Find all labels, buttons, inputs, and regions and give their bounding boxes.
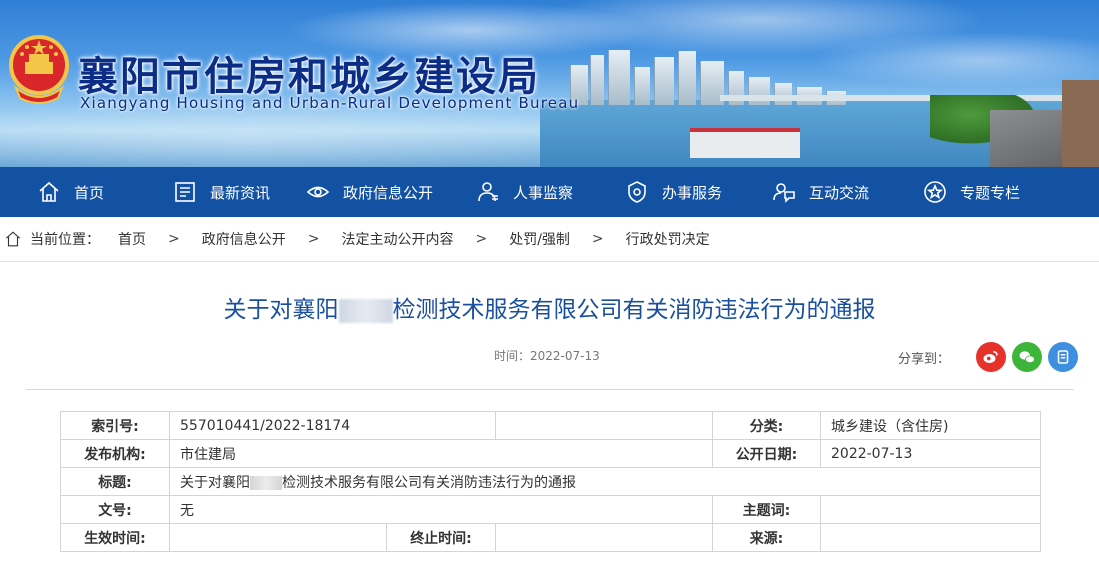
wechat-share-button[interactable] — [1012, 342, 1043, 372]
source-label: 来源: — [712, 523, 821, 552]
main-nav: 首页 最新资讯 政府信息公开 人事监察 办事服务 互动交流 专题专栏 — [0, 167, 1099, 217]
effective-label: 生效时间: — [60, 523, 170, 552]
table-row: 标题: 关于对襄阳 检测技术服务有限公司有关消防违法行为的通报 — [60, 467, 1041, 496]
chat-icon — [771, 179, 797, 205]
index-no-label: 索引号: — [60, 411, 170, 440]
share-bar: 分享到： — [898, 342, 1079, 372]
public-date-value: 2022-07-13 — [820, 439, 1041, 468]
nav-label: 政府信息公开 — [343, 183, 434, 202]
breadcrumb-separator: > — [591, 231, 604, 247]
nav-item-gov-info[interactable]: 政府信息公开 — [305, 167, 475, 217]
qzone-share-button[interactable] — [1048, 342, 1079, 372]
table-row: 发布机构: 市住建局 公开日期: 2022-07-13 — [60, 439, 1041, 468]
subject-label: 主题词: — [712, 495, 821, 524]
category-value: 城乡建设（含住房) — [820, 411, 1041, 440]
title-value-part2: 检测技术服务有限公司有关消防违法行为的通报 — [282, 474, 576, 491]
nav-item-home[interactable]: 首页 — [36, 167, 172, 217]
service-icon — [624, 179, 650, 205]
news-icon — [172, 179, 198, 205]
eye-icon — [305, 179, 331, 205]
nav-item-personnel[interactable]: 人事监察 — [475, 167, 624, 217]
table-row: 索引号: 557010441/2022-18174 分类: 城乡建设（含住房) — [60, 411, 1041, 440]
breadcrumb-prefix: 当前位置： — [30, 232, 100, 248]
nav-item-services[interactable]: 办事服务 — [624, 167, 771, 217]
wechat-icon — [1019, 351, 1035, 363]
nav-label: 办事服务 — [662, 183, 723, 202]
boat — [690, 128, 800, 158]
redacted-text — [338, 298, 393, 323]
home-icon — [36, 179, 62, 205]
nav-label: 专题专栏 — [960, 183, 1021, 202]
public-date-label: 公开日期: — [712, 439, 821, 468]
national-emblem-icon — [9, 35, 69, 104]
breadcrumb-separator: > — [307, 231, 320, 247]
breadcrumb-link-statutory[interactable]: 法定主动公开内容 — [341, 229, 453, 249]
weibo-share-button[interactable] — [976, 342, 1007, 372]
time-value: 2022-07-13 — [530, 349, 600, 363]
empty-cell — [495, 411, 713, 440]
header-banner: 襄阳市住房和城乡建设局 Xiangyang Housing and Urban-… — [0, 0, 1099, 167]
nav-label: 人事监察 — [513, 183, 574, 202]
nav-label: 最新资讯 — [210, 183, 271, 202]
breadcrumb: 当前位置： 首页 > 政府信息公开 > 法定主动公开内容 > 处罚/强制 > 行… — [0, 217, 1099, 262]
city-wall — [1062, 80, 1099, 167]
index-no-value: 557010441/2022-18174 — [169, 411, 496, 440]
title-value-part1: 关于对襄阳 — [180, 474, 250, 491]
table-row: 生效时间: 终止时间: 来源: — [60, 523, 1041, 552]
doc-no-value: 无 — [169, 495, 713, 524]
nav-label: 互动交流 — [809, 183, 870, 202]
article-title-part2: 检测技术服务有限公司有关消防违法行为的通报 — [392, 297, 876, 323]
doc-no-label: 文号: — [60, 495, 170, 524]
source-value — [820, 523, 1041, 552]
breadcrumb-separator: > — [168, 231, 180, 247]
breadcrumb-separator: > — [475, 231, 488, 247]
person-icon — [475, 179, 501, 205]
breadcrumb-link-penalty[interactable]: 处罚/强制 — [509, 229, 570, 249]
redacted-text — [250, 475, 282, 490]
nav-item-news[interactable]: 最新资讯 — [172, 167, 305, 217]
info-table: 索引号: 557010441/2022-18174 分类: 城乡建设（含住房) … — [60, 411, 1041, 552]
breadcrumb-link-decision[interactable]: 行政处罚决定 — [626, 229, 710, 249]
end-label: 终止时间: — [386, 523, 496, 552]
home-icon — [4, 230, 22, 248]
nav-item-interaction[interactable]: 互动交流 — [771, 167, 922, 217]
star-icon — [922, 179, 948, 205]
effective-value — [169, 523, 387, 552]
site-subtitle-en: Xiangyang Housing and Urban-Rural Develo… — [80, 94, 580, 112]
divider — [26, 389, 1074, 390]
time-label: 时间： — [494, 349, 531, 363]
breadcrumb-link-gov-info[interactable]: 政府信息公开 — [202, 229, 286, 249]
share-label: 分享到： — [898, 351, 951, 367]
breadcrumb-link-home[interactable]: 首页 — [118, 229, 146, 249]
table-row: 文号: 无 主题词: — [60, 495, 1041, 524]
publisher-label: 发布机构: — [60, 439, 170, 468]
title-value: 关于对襄阳 检测技术服务有限公司有关消防违法行为的通报 — [169, 467, 1041, 496]
nav-label: 首页 — [74, 183, 105, 202]
title-label: 标题: — [60, 467, 170, 496]
subject-value — [820, 495, 1041, 524]
article-title-part1: 关于对襄阳 — [223, 297, 339, 323]
end-value — [495, 523, 713, 552]
article-title: 关于对襄阳 检测技术服务有限公司有关消防违法行为的通报 — [0, 290, 1099, 324]
document-share-icon — [1057, 350, 1069, 364]
publisher-value: 市住建局 — [169, 439, 713, 468]
category-label: 分类: — [712, 411, 821, 440]
publish-time: 时间：2022-07-13 — [494, 347, 600, 364]
weibo-icon — [983, 351, 998, 363]
nav-item-topics[interactable]: 专题专栏 — [922, 167, 1042, 217]
